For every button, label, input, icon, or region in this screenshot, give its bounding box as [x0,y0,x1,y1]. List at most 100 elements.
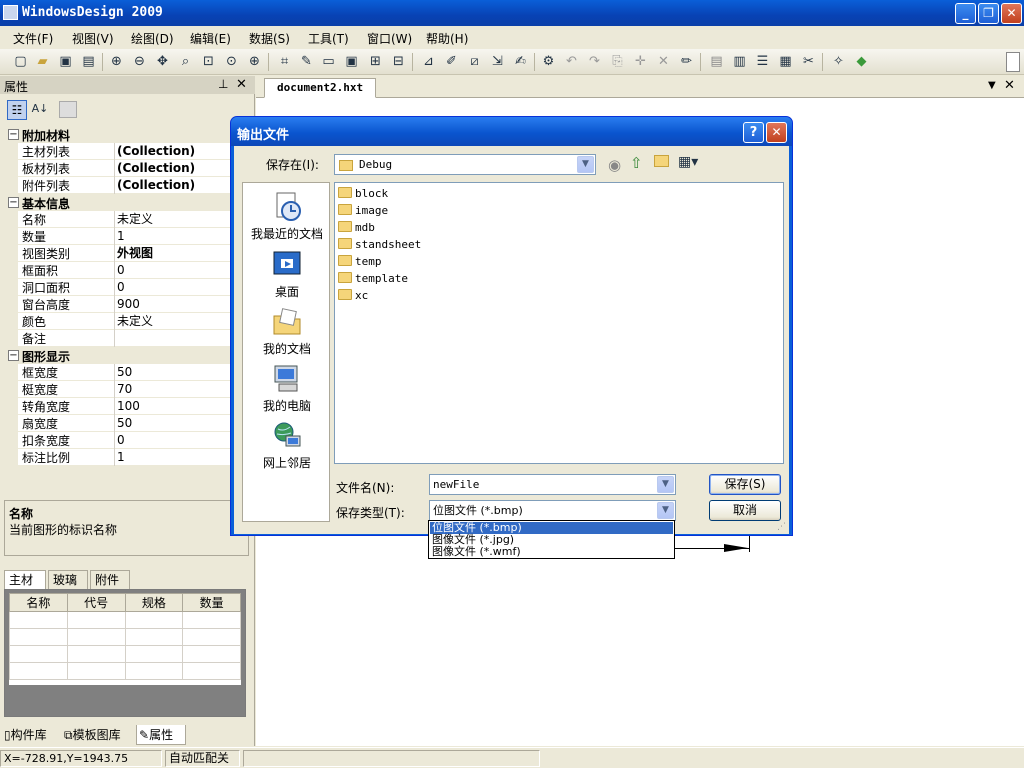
list-item[interactable]: template [338,270,408,287]
settings-icon[interactable]: ✂ [800,53,817,70]
panel-close-icon[interactable]: ✕ [236,77,247,92]
property-row[interactable]: 窗台高度 900 [4,296,230,313]
tab-glass[interactable]: 玻璃 [48,570,88,590]
property-row[interactable]: 视图类别 外视图 [4,245,230,262]
table-row[interactable] [9,645,241,663]
property-row[interactable]: 框宽度 50 [4,364,230,381]
column-header[interactable]: 数量 [182,593,241,612]
filetype-select[interactable]: 位图文件 (*.bmp) ▼ [429,500,676,521]
categorized-icon[interactable]: ☷ [7,100,27,120]
menu-window[interactable]: 窗口(W) [367,30,412,47]
sort-az-icon[interactable]: A↓ [30,100,50,120]
property-row[interactable]: 备注 [4,330,230,347]
dimension-icon[interactable]: ⊟ [390,53,407,70]
document-tab[interactable]: document2.hxt [264,78,377,98]
property-row[interactable]: 洞口面积 0 [4,279,230,296]
layout-1-icon[interactable]: ▤ [708,53,725,70]
column-header[interactable]: 规格 [124,593,184,612]
chevron-down-icon[interactable]: ▼ [657,502,674,519]
file-list[interactable]: block image mdb standsheet temp template… [334,182,784,464]
tab-properties[interactable]: ✎属性 [136,725,186,745]
place-network[interactable]: 网上邻居 [243,420,331,471]
copy-icon[interactable]: ⎘ [609,53,626,70]
layout-2-icon[interactable]: ▥ [731,53,748,70]
measure-icon[interactable]: ✏ [678,53,695,70]
list-item[interactable]: xc [338,287,368,304]
zoom-all-icon[interactable]: ⊕ [246,53,263,70]
zoom-out-icon[interactable]: ⊖ [131,53,148,70]
tab-template-library[interactable]: ⧉模板图库 [62,725,121,745]
close-document-icon[interactable]: ✕ [1004,78,1015,93]
new-file-icon[interactable]: ▢ [12,53,29,70]
property-pages-icon[interactable] [59,101,77,118]
resize-grip[interactable]: ⋰ [777,522,786,532]
menu-help[interactable]: 帮助(H) [426,30,468,47]
save-button[interactable]: 保存(S) [709,474,781,495]
column-header[interactable]: 代号 [66,593,126,612]
category-attachments[interactable]: − 附加材料 [4,126,230,143]
tab-main-material[interactable]: 主材 [4,570,46,590]
chevron-down-icon[interactable]: ▼ [577,156,594,173]
close-button[interactable]: ✕ [1001,3,1022,24]
property-row[interactable]: 板材列表 (Collection) [4,160,230,177]
menu-file[interactable]: 文件(F) [13,30,53,47]
collapse-icon[interactable]: − [8,197,19,208]
property-row[interactable]: 数量 1 [4,228,230,245]
table-row[interactable] [9,662,241,680]
material-table[interactable]: 名称 代号 规格 数量 [9,593,241,680]
property-row[interactable]: 扇宽度 50 [4,415,230,432]
place-desktop[interactable]: 桌面 [243,249,331,300]
menu-data[interactable]: 数据(S) [249,30,290,47]
list-item[interactable]: standsheet [338,236,421,253]
list-item[interactable]: temp [338,253,382,270]
collapse-icon[interactable]: − [8,129,19,140]
menu-tools[interactable]: 工具(T) [308,30,349,47]
save-in-combo[interactable]: Debug ▼ [334,154,596,175]
magic-icon[interactable]: ✧ [830,53,847,70]
menu-view[interactable]: 视图(V) [72,30,114,47]
zoom-in-icon[interactable]: ⊕ [108,53,125,70]
zoom-previous-icon[interactable]: ⊙ [223,53,240,70]
back-icon[interactable]: ◉ [608,156,621,174]
color-icon[interactable]: ◆ [853,53,870,70]
up-folder-icon[interactable]: ⇧ [630,154,643,172]
view-menu-icon[interactable]: ▦▾ [678,154,698,170]
zoom-window-icon[interactable]: ⌕ [177,53,194,70]
frame-icon[interactable]: ▣ [343,53,360,70]
layout-4-icon[interactable]: ▦ [777,53,794,70]
filetype-option[interactable]: 图像文件 (*.wmf) [430,546,673,558]
grid-icon[interactable]: ⌗ [276,53,293,70]
pan-icon[interactable]: ✥ [154,53,171,70]
place-my-documents[interactable]: 我的文档 [243,306,331,357]
category-basic-info[interactable]: − 基本信息 [4,194,230,211]
tab-component-library[interactable]: ▯构件库 [2,725,47,745]
property-row[interactable]: 名称 未定义 [4,211,230,228]
chevron-down-icon[interactable]: ▼ [657,476,674,493]
snap-status[interactable]: 自动匹配关 [165,750,240,767]
list-item[interactable]: image [338,202,388,219]
toolbar-overflow-button[interactable] [1006,52,1020,72]
table-row[interactable] [9,628,241,646]
property-row[interactable]: 框面积 0 [4,262,230,279]
tab-list-icon[interactable]: ▼ [988,80,996,91]
property-row[interactable]: 扣条宽度 0 [4,432,230,449]
property-row[interactable]: 主材列表 (Collection) [4,143,230,160]
move-icon[interactable]: ✛ [632,53,649,70]
property-row[interactable]: 颜色 未定义 [4,313,230,330]
zoom-extents-icon[interactable]: ⊡ [200,53,217,70]
list-item[interactable]: mdb [338,219,375,236]
tools-icon[interactable]: ⚙ [540,53,557,70]
table-row[interactable] [9,611,241,629]
list-item[interactable]: block [338,185,388,202]
undo-icon[interactable]: ↶ [563,53,580,70]
property-row[interactable]: 梃宽度 70 [4,381,230,398]
menu-draw[interactable]: 绘图(D) [131,30,174,47]
menu-edit[interactable]: 编辑(E) [190,30,231,47]
tab-accessories[interactable]: 附件 [90,570,130,590]
save-all-icon[interactable]: ▤ [80,53,97,70]
rectangle-icon[interactable]: ▭ [320,53,337,70]
export-icon[interactable]: ⇲ [489,53,506,70]
pin-icon[interactable]: ⊥ [218,77,228,91]
layout-3-icon[interactable]: ☰ [754,53,771,70]
restore-button[interactable]: ❐ [978,3,999,24]
